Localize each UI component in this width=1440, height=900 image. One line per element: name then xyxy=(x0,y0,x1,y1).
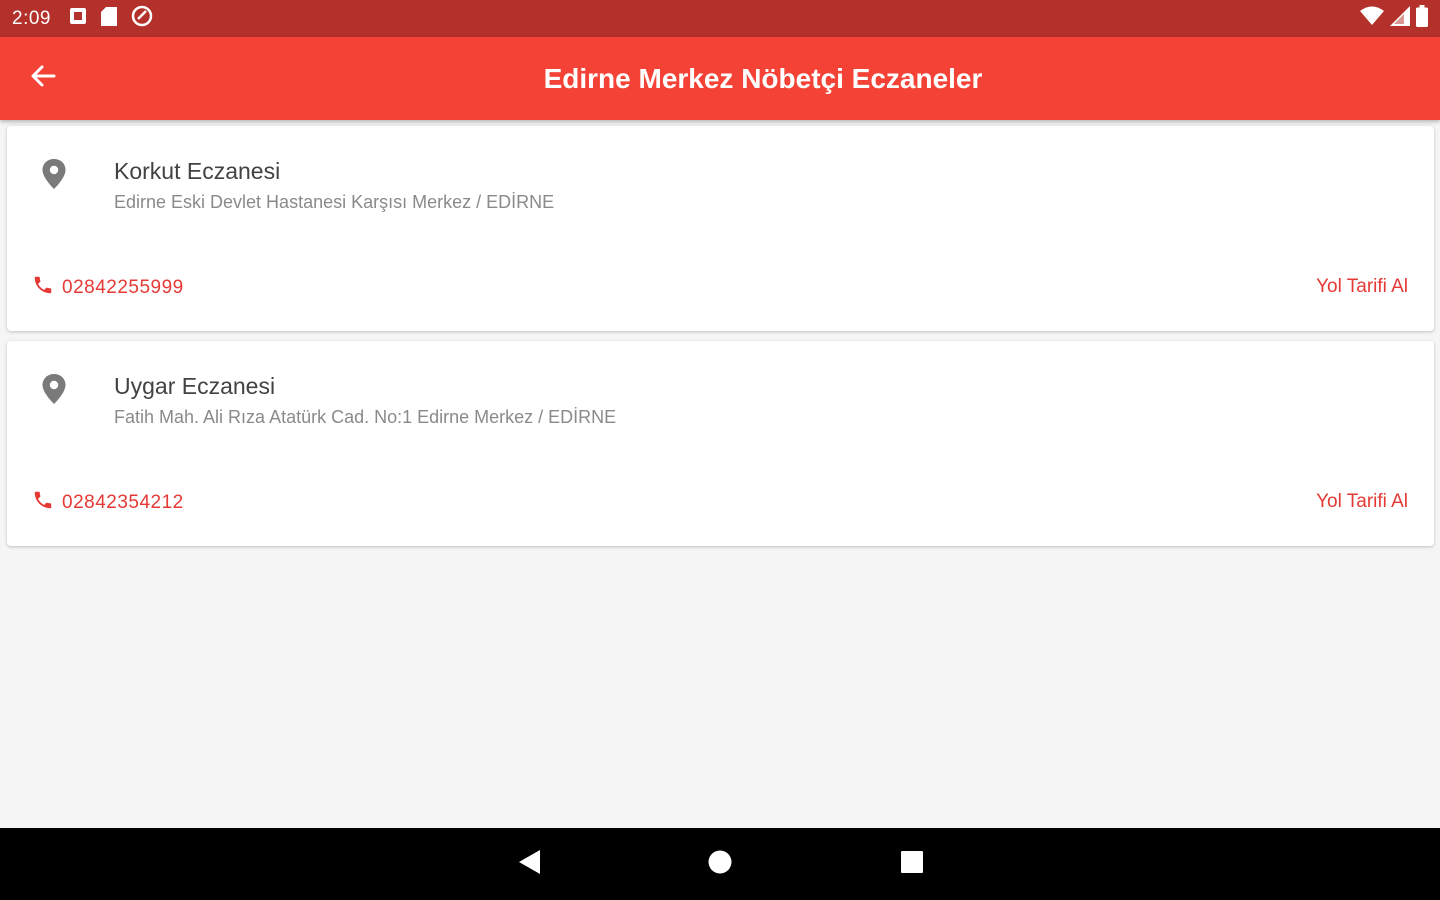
pharmacy-name: Uygar Eczanesi xyxy=(114,373,276,399)
page-title: Edirne Merkez Nöbetçi Eczaneler xyxy=(543,62,983,94)
phone-number: 02842354212 xyxy=(62,491,184,513)
nav-recents-button[interactable] xyxy=(894,846,930,882)
phone-link[interactable]: 02842255999 xyxy=(32,274,184,301)
back-triangle-icon xyxy=(516,848,542,881)
nav-back-button[interactable] xyxy=(511,846,547,882)
status-time: 2:09 xyxy=(12,7,51,29)
notification-icon xyxy=(69,7,87,30)
pharmacy-card: Uygar Eczanesi Fatih Mah. Ali Rıza Atatü… xyxy=(7,341,1434,546)
battery-icon xyxy=(1416,5,1428,32)
pharmacy-card: Korkut Eczanesi Edirne Eski Devlet Hasta… xyxy=(7,126,1434,331)
recents-square-icon xyxy=(900,850,924,879)
location-pin-icon xyxy=(40,158,68,190)
phone-icon xyxy=(32,274,54,301)
system-nav-bar xyxy=(0,828,1440,900)
pharmacy-address: Edirne Eski Devlet Hastanesi Karşısı Mer… xyxy=(114,192,555,212)
pharmacy-list: Korkut Eczanesi Edirne Eski Devlet Hasta… xyxy=(0,120,1440,828)
directions-button[interactable]: Yol Tarifi Al xyxy=(1316,491,1408,513)
status-icons-right xyxy=(1360,5,1428,32)
home-circle-icon xyxy=(707,849,733,880)
phone-number: 02842255999 xyxy=(62,276,184,298)
sync-icon xyxy=(131,5,153,32)
phone-link[interactable]: 02842354212 xyxy=(32,489,184,516)
pharmacy-address: Fatih Mah. Ali Rıza Atatürk Cad. No:1 Ed… xyxy=(114,407,617,427)
phone-icon xyxy=(32,489,54,516)
status-bar: 2:09 xyxy=(0,0,1440,37)
nav-home-button[interactable] xyxy=(702,846,738,882)
location-pin-icon xyxy=(40,373,68,405)
sd-card-icon xyxy=(100,6,117,31)
app-bar: Edirne Merkez Nöbetçi Eczaneler xyxy=(0,37,1440,120)
cell-signal-icon xyxy=(1390,6,1410,31)
directions-button[interactable]: Yol Tarifi Al xyxy=(1316,276,1408,298)
wifi-icon xyxy=(1360,6,1384,31)
status-icons-left xyxy=(69,5,153,32)
pharmacy-name: Korkut Eczanesi xyxy=(114,158,281,184)
